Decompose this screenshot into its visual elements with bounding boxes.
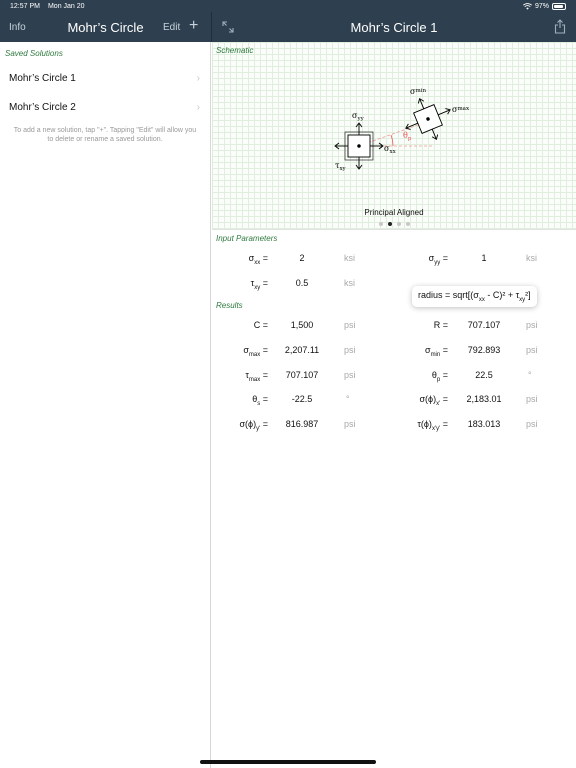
txy-input[interactable]: 0.5 (272, 278, 332, 288)
page-dot[interactable] (396, 222, 401, 226)
detail-nav-bar: Mohr’s Circle 1 (212, 12, 576, 42)
sigma-phi-x-unit[interactable]: psi (526, 394, 538, 404)
chevron-right-icon: › (196, 73, 200, 84)
theta-s-label: θs = (252, 394, 268, 407)
result-row-5: σ(ϕ)y' = 816.987 psi τ(ϕ)x'y' = 183.013 … (212, 415, 576, 435)
info-button[interactable]: Info (9, 22, 26, 33)
r-value: 707.107 (467, 320, 501, 330)
sigma-phi-x-value: 2,183.01 (466, 394, 502, 404)
result-row-4: θs = -22.5 ° σ(ϕ)x' = 2,183.01 psi (212, 390, 576, 410)
result-row-1: C = 1,500 psi R = 707.107 psi (212, 316, 576, 336)
stress-element-diagram: σyy σxx τxy σmin σmax θp (334, 87, 470, 172)
txy-label: τxy = (250, 278, 268, 291)
c-value: 1,500 (290, 320, 314, 330)
sidebar-item-mohrs-circle-2[interactable]: Mohr’s Circle 2 › (0, 93, 210, 122)
solution-title: Mohr’s Circle 1 (350, 19, 438, 35)
sidebar-help-text: To add a new solution, tap "+". Tapping … (13, 127, 197, 143)
sxx-input[interactable]: 2 (272, 253, 332, 263)
syy-input[interactable]: 1 (454, 253, 514, 263)
theta-s-unit[interactable]: ° (346, 394, 350, 404)
page-dot-active[interactable] (387, 222, 392, 226)
tau-phi-label: τ(ϕ)x'y' = (417, 419, 448, 432)
svg-text:σyy: σyy (352, 111, 365, 122)
c-unit[interactable]: psi (344, 320, 356, 330)
sxx-label: σxx = (248, 253, 268, 266)
battery-icon (552, 2, 566, 10)
chevron-right-icon: › (196, 102, 200, 113)
solution-detail: Input Parameters σxx = 2 ksi σyy = 1 ksi… (212, 231, 576, 761)
svg-text:θp: θp (403, 131, 412, 142)
results-header: Results (216, 301, 243, 310)
sigma-phi-y-value: 816.987 (285, 419, 319, 429)
smax-label: σmax = (243, 345, 268, 358)
smin-value: 792.893 (467, 345, 501, 355)
edit-button[interactable]: Edit (163, 22, 180, 33)
svg-text:τxy: τxy (335, 161, 347, 172)
theta-p-unit[interactable]: ° (528, 370, 532, 380)
add-solution-button[interactable]: + (189, 17, 198, 35)
saved-solutions-header: Saved Solutions (5, 49, 63, 58)
home-indicator[interactable] (200, 760, 376, 764)
input-row-1: σxx = 2 ksi σyy = 1 ksi (212, 249, 576, 269)
sidebar-item-label: Mohr’s Circle 2 (9, 102, 76, 113)
wifi-icon (522, 2, 532, 10)
sigma-phi-y-unit[interactable]: psi (344, 419, 356, 429)
theta-s-value: -22.5 (291, 394, 313, 404)
share-icon[interactable] (554, 19, 566, 39)
result-row-3: τmax = 707.107 psi θp = 22.5 ° (212, 366, 576, 386)
theta-p-value: 22.5 (475, 370, 493, 380)
radius-formula-tooltip: radius = sqrt[(σxx - C)² + τxy²] (412, 286, 537, 307)
sigma-phi-y-label: σ(ϕ)y' = (239, 419, 268, 432)
svg-text:σmax: σmax (452, 105, 470, 114)
sidebar-item-mohrs-circle-1[interactable]: Mohr’s Circle 1 › (0, 64, 210, 93)
syy-label: σyy = (428, 253, 448, 266)
tau-phi-unit[interactable]: psi (526, 419, 538, 429)
r-label[interactable]: R = (392, 320, 448, 330)
page-dot[interactable] (405, 222, 410, 226)
smin-label: σmin = (425, 345, 448, 358)
svg-text:σmin: σmin (410, 87, 426, 96)
sidebar-nav-bar: Info Mohr’s Circle Edit + (0, 12, 211, 42)
tau-phi-value: 183.013 (467, 419, 501, 429)
c-label: C = (253, 320, 268, 330)
page-dot[interactable] (378, 222, 383, 226)
smin-unit[interactable]: psi (526, 345, 538, 355)
battery-percent: 97% (534, 2, 549, 10)
sigma-phi-x-label: σ(ϕ)x' = (419, 394, 448, 407)
status-time: 12:57 PM (10, 2, 40, 10)
r-unit[interactable]: psi (526, 320, 538, 330)
schematic-panel[interactable]: Schematic σyy σxx τxy σmin σmax θp Princ… (212, 42, 576, 230)
status-bar: 12:57 PM Mon Jan 20 97% (0, 0, 576, 12)
theta-p-label: θp = (431, 370, 448, 383)
smax-value: 2,207.11 (284, 345, 320, 355)
sxx-unit[interactable]: ksi (344, 253, 355, 263)
status-date: Mon Jan 20 (47, 2, 85, 10)
input-parameters-header: Input Parameters (216, 234, 278, 243)
status-right: 97% (522, 2, 566, 10)
schematic-caption: Principal Aligned (364, 208, 424, 217)
sidebar: Saved Solutions Mohr’s Circle 1 › Mohr’s… (0, 42, 211, 768)
tmax-unit[interactable]: psi (344, 370, 356, 380)
syy-unit[interactable]: ksi (526, 253, 537, 263)
sidebar-item-label: Mohr’s Circle 1 (9, 73, 76, 84)
smax-unit[interactable]: psi (344, 345, 356, 355)
txy-unit[interactable]: ksi (344, 278, 355, 288)
original-stress-element (334, 122, 384, 170)
page-indicator[interactable] (212, 222, 576, 226)
tmax-value: 707.107 (285, 370, 319, 380)
result-row-2: σmax = 2,207.11 psi σmin = 792.893 psi (212, 341, 576, 361)
expand-icon[interactable] (222, 20, 234, 38)
tmax-label: τmax = (245, 370, 268, 383)
